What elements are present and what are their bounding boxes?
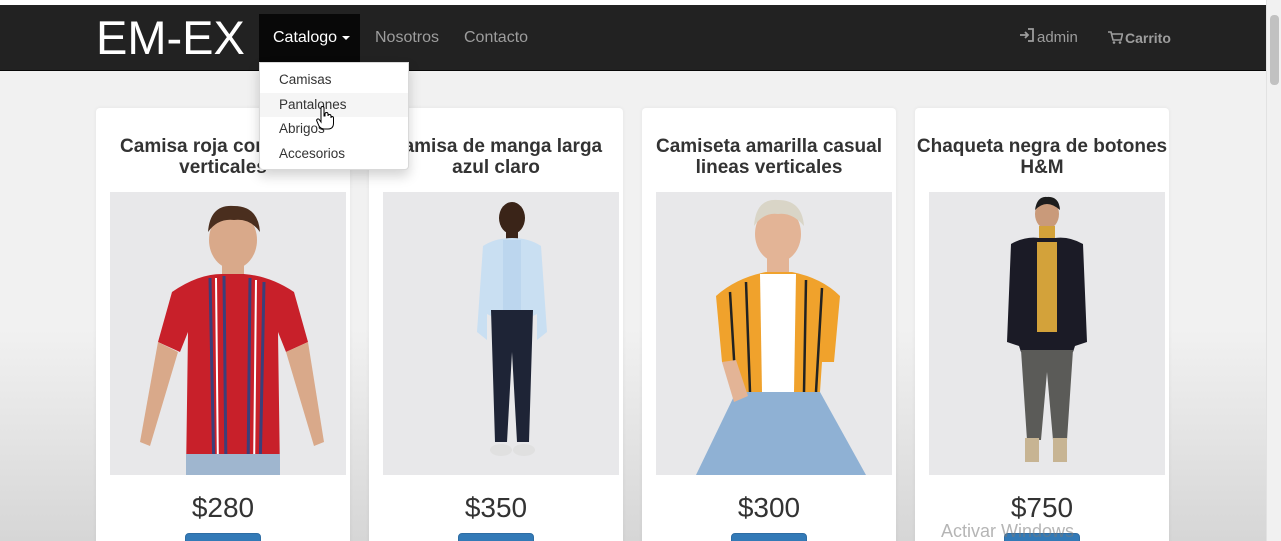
vertical-scrollbar[interactable] xyxy=(1266,0,1281,541)
add-to-cart-button[interactable] xyxy=(731,533,807,541)
nav-nosotros[interactable]: Nosotros xyxy=(375,14,439,62)
product-price: $280 xyxy=(191,492,255,523)
scrollbar-thumb[interactable] xyxy=(1270,15,1279,85)
nav-contacto[interactable]: Contacto xyxy=(464,14,528,62)
shopping-cart-icon xyxy=(1108,15,1124,63)
catalogo-dropdown-menu: Camisas Pantalones Abrigos Accesorios xyxy=(259,62,409,170)
nav-carrito[interactable]: Carrito xyxy=(1108,14,1171,62)
product-image[interactable] xyxy=(929,192,1165,475)
navbar: EM-EX Catalogo Nosotros Contacto admin C… xyxy=(0,5,1266,71)
product-title[interactable]: Camiseta amarilla casual lineas vertical… xyxy=(642,136,896,178)
nav-admin-label: admin xyxy=(1037,29,1078,46)
product-image[interactable] xyxy=(110,192,346,475)
product-card[interactable]: Camisa roja con lineas verticales $280 xyxy=(96,108,350,541)
add-to-cart-button[interactable] xyxy=(458,533,534,541)
add-to-cart-button[interactable] xyxy=(185,533,261,541)
brand-logo[interactable]: EM-EX xyxy=(96,9,245,67)
product-title[interactable]: Chaqueta negra de botones H&M xyxy=(915,136,1169,178)
dropdown-item-camisas[interactable]: Camisas xyxy=(260,68,408,93)
product-card[interactable]: Camiseta amarilla casual lineas vertical… xyxy=(642,108,896,541)
product-image[interactable] xyxy=(383,192,619,475)
dropdown-item-abrigos[interactable]: Abrigos xyxy=(260,117,408,142)
windows-activation-watermark: Activar Windows xyxy=(941,521,1075,541)
dropdown-item-accesorios[interactable]: Accesorios xyxy=(260,142,408,167)
login-icon xyxy=(1019,14,1035,62)
product-price: $300 xyxy=(737,492,801,523)
product-card[interactable]: Camisa de manga larga azul claro $350 xyxy=(369,108,623,541)
hand-cursor-icon xyxy=(316,105,334,135)
product-image[interactable] xyxy=(656,192,892,475)
nav-catalogo-label: Catalogo xyxy=(273,29,338,46)
nav-catalogo-dropdown[interactable]: Catalogo xyxy=(259,14,360,62)
dropdown-item-pantalones[interactable]: Pantalones xyxy=(260,92,408,117)
caret-down-icon xyxy=(342,35,351,40)
product-card[interactable]: Chaqueta negra de botones H&M $750 xyxy=(915,108,1169,541)
product-price: $750 xyxy=(1010,492,1074,523)
page: EM-EX Catalogo Nosotros Contacto admin C… xyxy=(0,0,1281,541)
product-price: $350 xyxy=(464,492,528,523)
nav-admin-login[interactable]: admin xyxy=(1019,14,1078,62)
nav-carrito-label: Carrito xyxy=(1125,30,1171,46)
